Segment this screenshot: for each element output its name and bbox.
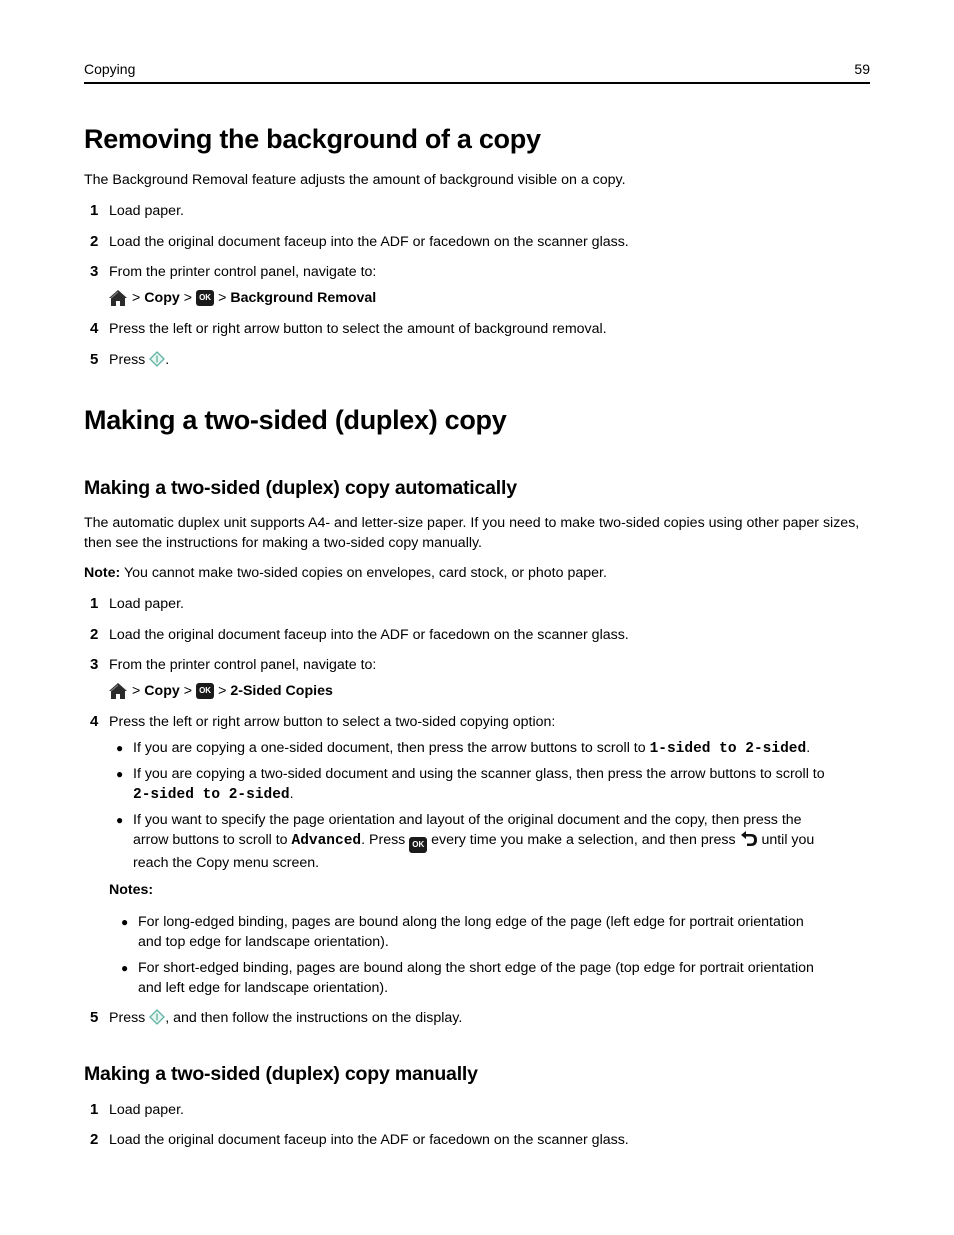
step-text: Load paper. (109, 203, 184, 219)
header-page-number: 59 (854, 61, 870, 77)
notes-label: Notes: (109, 882, 154, 898)
path-separator: > (183, 683, 193, 699)
step-text: Press the left or right arrow button to … (109, 321, 607, 337)
path-item-copy: Copy (144, 290, 180, 306)
section1-nav-path: > Copy > OK > Background Removal (108, 289, 376, 307)
path-item-background-removal: Background Removal (230, 290, 377, 306)
step-number: 4 (90, 320, 99, 337)
note-text: For long-edged binding, pages are bound … (138, 914, 804, 930)
step-text: Press (109, 1010, 150, 1026)
step-text: From the printer control panel, navigate… (109, 264, 377, 280)
path-separator: > (218, 290, 227, 306)
path-item-2-sided-copies: 2-Sided Copies (230, 683, 333, 699)
path-separator: > (218, 683, 227, 699)
home-icon (109, 683, 127, 699)
ok-button-icon: OK (196, 683, 215, 699)
step-number: 3 (90, 263, 99, 280)
bullet-text: If you want to specify the page orientat… (133, 812, 802, 828)
menu-option-code: 2-sided to 2-sided (133, 787, 290, 803)
bullet-icon: ● (116, 813, 124, 827)
step-text: Load the original document faceup into t… (109, 627, 629, 643)
step-text: From the printer control panel, navigate… (109, 657, 377, 673)
bullet-text: If you are copying a one-sided document,… (133, 740, 650, 756)
step-number: 1 (90, 1101, 99, 1118)
step-number: 5 (90, 1009, 99, 1026)
step-number: 2 (90, 626, 99, 643)
heading-removing-background: Removing the background of a copy (84, 124, 541, 154)
heading-duplex-automatically: Making a two-sided (duplex) copy automat… (84, 477, 517, 499)
step-number: 1 (90, 595, 99, 612)
menu-option-code: Advanced (291, 833, 362, 849)
ok-button-icon: OK (409, 837, 428, 853)
step-number: 1 (90, 202, 99, 219)
step-text: Load the original document faceup into t… (109, 234, 629, 250)
step-number: 2 (90, 233, 99, 250)
duplex-note: Note: You cannot make two-sided copies o… (84, 563, 607, 583)
heading-duplex-manually: Making a two-sided (duplex) copy manuall… (84, 1063, 478, 1085)
step-text-end: . (165, 352, 170, 368)
bullet-text: If you are copying a two-sided document … (133, 766, 825, 782)
note-label: Note: (84, 565, 121, 581)
auto-nav-path: > Copy > OK > 2-Sided Copies (108, 682, 333, 700)
bullet-icon: ● (116, 741, 124, 755)
home-icon (109, 290, 127, 306)
step-text: Press the left or right arrow button to … (109, 714, 556, 730)
note-text: For short-edged binding, pages are bound… (138, 960, 814, 976)
duplex-auto-intro: The automatic duplex unit supports A4- a… (84, 515, 860, 551)
step-number: 4 (90, 713, 99, 730)
step-text: Load paper. (109, 1102, 184, 1118)
step-number: 2 (90, 1131, 99, 1148)
page-header: Copying 59 (84, 60, 870, 84)
heading-two-sided-copy: Making a two-sided (duplex) copy (84, 405, 507, 435)
step-number: 5 (90, 351, 99, 368)
path-separator: > (132, 290, 141, 306)
ok-button-icon: OK (196, 290, 215, 306)
path-separator: > (183, 290, 193, 306)
step-text: Load paper. (109, 596, 184, 612)
start-button-icon (149, 1009, 166, 1025)
section1-intro: The Background Removal feature adjusts t… (84, 172, 626, 188)
step-number: 3 (90, 656, 99, 673)
bullet-icon: ● (116, 767, 124, 781)
back-button-icon (740, 831, 757, 846)
bullet-icon: ● (121, 961, 129, 975)
path-separator: > (132, 683, 141, 699)
bullet-icon: ● (121, 915, 129, 929)
step-text: Load the original document faceup into t… (109, 1132, 629, 1148)
header-section-title: Copying (84, 61, 136, 77)
start-button-icon (149, 351, 166, 367)
menu-option-code: 1-sided to 2-sided (649, 741, 807, 757)
step-text-end: , and then follow the instructions on th… (165, 1010, 463, 1026)
note-text: You cannot make two-sided copies on enve… (120, 565, 607, 581)
path-item-copy: Copy (144, 683, 180, 699)
step-text: Press (109, 352, 150, 368)
